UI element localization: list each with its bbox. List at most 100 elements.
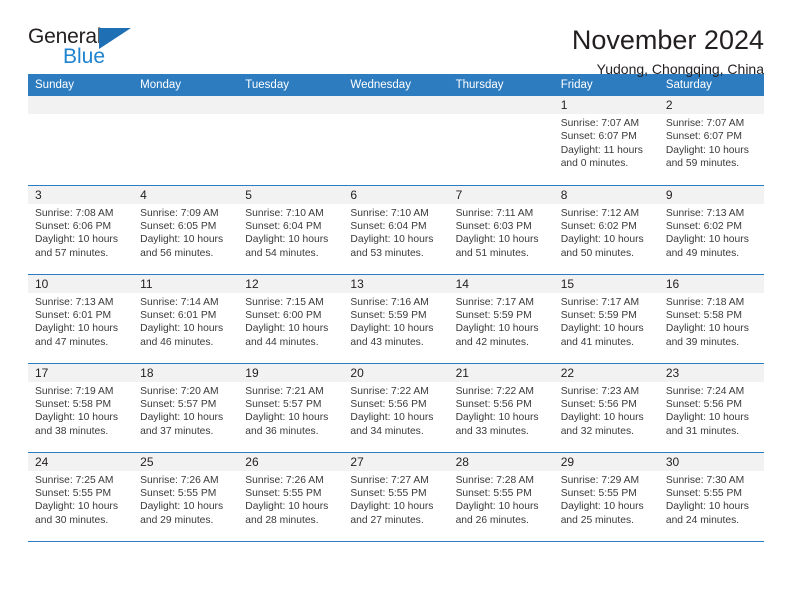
day-details: Sunrise: 7:13 AM Sunset: 6:01 PM Daylight:… (28, 293, 133, 350)
day-cell-inner: 12 Sunrise: 7:15 AM Sunset: 6:00 PM Dayligh… (238, 274, 344, 363)
day-details: Sunrise: 7:11 AM Sunset: 6:03 PM Daylight:… (449, 204, 554, 261)
calendar-day-cell[interactable]: 26 Sunrise: 7:26 AM Sunset: 5:55 PM Dayligh… (238, 451, 344, 542)
calendar-day-cell[interactable]: 5 Sunrise: 7:10 AM Sunset: 6:04 PM Daylight… (238, 184, 344, 274)
calendar-day-cell[interactable]: 22 Sunrise: 7:23 AM Sunset: 5:56 PM Dayligh… (553, 362, 659, 452)
day-details: Sunrise: 7:22 AM Sunset: 5:56 PM Daylight:… (343, 382, 448, 439)
sunset-text: Sunset: 5:59 PM (560, 309, 637, 321)
day-details: Sunrise: 7:13 AM Sunset: 6:02 PM Daylight:… (659, 204, 764, 261)
sunset-text: Sunset: 6:07 PM (560, 131, 637, 143)
sunrise-sunset-calendar: Sunday Monday Tuesday Wednesday Thursday… (28, 74, 764, 542)
calendar-day-cell[interactable]: 8 Sunrise: 7:12 AM Sunset: 6:02 PM Daylight… (553, 184, 659, 274)
calendar-day-cell[interactable]: 17 Sunrise: 7:19 AM Sunset: 5:58 PM Dayligh… (28, 362, 134, 452)
daylight-text-line1: Daylight: 10 hours (350, 501, 434, 513)
calendar-day-cell[interactable]: 28 Sunrise: 7:28 AM Sunset: 5:55 PM Dayligh… (448, 451, 554, 542)
calendar-day-cell[interactable]: 9 Sunrise: 7:13 AM Sunset: 6:02 PM Daylight… (658, 184, 764, 274)
sunrise-text: Sunrise: 7:22 AM (350, 385, 429, 397)
sunset-text: Sunset: 5:57 PM (245, 398, 322, 410)
day-number: 16 (658, 274, 764, 293)
day-details: Sunrise: 7:23 AM Sunset: 5:56 PM Daylight:… (554, 382, 659, 439)
sunrise-text: Sunrise: 7:19 AM (35, 385, 114, 397)
day-cell-inner: 11 Sunrise: 7:14 AM Sunset: 6:01 PM Dayligh… (133, 274, 239, 363)
day-cell-inner: 15 Sunrise: 7:17 AM Sunset: 5:59 PM Dayligh… (553, 274, 659, 363)
sunrise-text: Sunrise: 7:08 AM (35, 207, 114, 219)
calendar-day-cell-empty (28, 96, 134, 185)
calendar-day-cell[interactable]: 15 Sunrise: 7:17 AM Sunset: 5:59 PM Dayligh… (553, 273, 659, 363)
calendar-day-cell[interactable]: 25 Sunrise: 7:26 AM Sunset: 5:55 PM Dayligh… (133, 451, 239, 542)
calendar-day-cell[interactable]: 20 Sunrise: 7:22 AM Sunset: 5:56 PM Dayligh… (343, 362, 449, 452)
calendar-day-cell[interactable]: 14 Sunrise: 7:17 AM Sunset: 5:59 PM Dayligh… (448, 273, 554, 363)
daylight-text-line2: and 33 minutes. (455, 425, 529, 437)
daylight-text-line2: and 43 minutes. (350, 336, 424, 348)
day-number: 5 (238, 185, 344, 204)
day-number: 28 (448, 452, 554, 471)
sunrise-text: Sunrise: 7:28 AM (455, 474, 534, 486)
day-cell-inner: 30 Sunrise: 7:30 AM Sunset: 5:55 PM Dayligh… (658, 452, 764, 541)
daylight-text-line2: and 53 minutes. (350, 247, 424, 259)
calendar-day-cell[interactable]: 16 Sunrise: 7:18 AM Sunset: 5:58 PM Dayligh… (658, 273, 764, 363)
sunrise-text: Sunrise: 7:21 AM (245, 385, 324, 397)
calendar-day-cell[interactable]: 7 Sunrise: 7:11 AM Sunset: 6:03 PM Daylight… (448, 184, 554, 274)
sunset-text: Sunset: 6:05 PM (140, 220, 217, 232)
day-number: 21 (448, 363, 554, 382)
day-details: Sunrise: 7:17 AM Sunset: 5:59 PM Daylight:… (449, 293, 554, 350)
day-number: 30 (658, 452, 764, 471)
calendar-day-cell[interactable]: 3 Sunrise: 7:08 AM Sunset: 6:06 PM Daylight… (28, 184, 134, 274)
calendar-day-cell[interactable]: 23 Sunrise: 7:24 AM Sunset: 5:56 PM Dayligh… (658, 362, 764, 452)
day-cell-inner: 1 Sunrise: 7:07 AM Sunset: 6:07 PM Daylight… (553, 96, 659, 185)
calendar-day-cell[interactable]: 27 Sunrise: 7:27 AM Sunset: 5:55 PM Dayligh… (343, 451, 449, 542)
daylight-text-line1: Daylight: 10 hours (665, 234, 749, 246)
day-cell-inner: 24 Sunrise: 7:25 AM Sunset: 5:55 PM Dayligh… (28, 452, 134, 541)
calendar-day-cell[interactable]: 21 Sunrise: 7:22 AM Sunset: 5:56 PM Dayligh… (448, 362, 554, 452)
calendar-day-cell[interactable]: 18 Sunrise: 7:20 AM Sunset: 5:57 PM Dayligh… (133, 362, 239, 452)
day-details: Sunrise: 7:25 AM Sunset: 5:55 PM Daylight:… (28, 471, 133, 528)
daylight-text-line1: Daylight: 10 hours (665, 412, 749, 424)
sunrise-text: Sunrise: 7:10 AM (245, 207, 324, 219)
calendar-day-cell[interactable]: 10 Sunrise: 7:13 AM Sunset: 6:01 PM Dayligh… (28, 273, 134, 363)
calendar-day-cell[interactable]: 2 Sunrise: 7:07 AM Sunset: 6:07 PM Daylight… (658, 96, 764, 185)
sunrise-text: Sunrise: 7:24 AM (665, 385, 745, 397)
daylight-text-line1: Daylight: 11 hours (560, 144, 643, 156)
calendar-day-cell[interactable]: 1 Sunrise: 7:07 AM Sunset: 6:07 PM Daylight… (553, 96, 659, 185)
day-number: 7 (448, 185, 554, 204)
day-details: Sunrise: 7:15 AM Sunset: 6:00 PM Daylight:… (238, 293, 343, 350)
sunset-text: Sunset: 5:56 PM (455, 398, 532, 410)
brand-logo[interactable]: General Blue (28, 26, 158, 67)
day-cell-inner: 8 Sunrise: 7:12 AM Sunset: 6:02 PM Daylight… (553, 185, 659, 274)
day-cell-inner: 25 Sunrise: 7:26 AM Sunset: 5:55 PM Dayligh… (133, 452, 239, 541)
sunrise-text: Sunrise: 7:07 AM (560, 118, 640, 129)
calendar-day-cell[interactable]: 13 Sunrise: 7:16 AM Sunset: 5:59 PM Dayligh… (343, 273, 449, 363)
calendar-day-cell[interactable]: 29 Sunrise: 7:29 AM Sunset: 5:55 PM Dayligh… (553, 451, 659, 542)
day-number (28, 96, 134, 114)
sunrise-text: Sunrise: 7:30 AM (665, 474, 745, 486)
day-cell-inner (343, 96, 449, 185)
sunset-text: Sunset: 5:55 PM (665, 487, 742, 499)
day-cell-inner: 16 Sunrise: 7:18 AM Sunset: 5:58 PM Dayligh… (658, 274, 764, 363)
sunset-text: Sunset: 6:07 PM (665, 131, 742, 143)
calendar-day-cell[interactable]: 11 Sunrise: 7:14 AM Sunset: 6:01 PM Dayligh… (133, 273, 239, 363)
daylight-text-line1: Daylight: 10 hours (350, 323, 434, 335)
day-cell-inner: 3 Sunrise: 7:08 AM Sunset: 6:06 PM Daylight… (28, 185, 134, 274)
sunrise-text: Sunrise: 7:14 AM (140, 296, 219, 308)
day-number: 4 (133, 185, 239, 204)
day-details: Sunrise: 7:10 AM Sunset: 6:04 PM Daylight:… (238, 204, 343, 261)
calendar-day-cell[interactable]: 4 Sunrise: 7:09 AM Sunset: 6:05 PM Daylight… (133, 184, 239, 274)
daylight-text-line2: and 54 minutes. (245, 247, 319, 259)
daylight-text-line1: Daylight: 10 hours (140, 234, 224, 246)
title-block: November 2024 Yudong, Chongqing, China (572, 26, 764, 78)
day-number: 10 (28, 274, 134, 293)
day-details: Sunrise: 7:19 AM Sunset: 5:58 PM Daylight:… (28, 382, 133, 439)
calendar-day-cell[interactable]: 12 Sunrise: 7:15 AM Sunset: 6:00 PM Dayligh… (238, 273, 344, 363)
calendar-day-cell[interactable]: 24 Sunrise: 7:25 AM Sunset: 5:55 PM Dayligh… (28, 451, 134, 542)
day-number (133, 96, 239, 114)
weekday-header-sunday: Sunday (28, 74, 134, 96)
calendar-day-cell[interactable]: 19 Sunrise: 7:21 AM Sunset: 5:57 PM Dayligh… (238, 362, 344, 452)
daylight-text-line1: Daylight: 10 hours (560, 234, 644, 246)
daylight-text-line2: and 29 minutes. (140, 514, 214, 526)
day-cell-inner (28, 96, 134, 185)
sunrise-text: Sunrise: 7:26 AM (140, 474, 219, 486)
calendar-day-cell[interactable]: 30 Sunrise: 7:30 AM Sunset: 5:55 PM Dayligh… (658, 451, 764, 542)
sunset-text: Sunset: 6:01 PM (35, 309, 112, 321)
calendar-day-cell[interactable]: 6 Sunrise: 7:10 AM Sunset: 6:04 PM Daylight… (343, 184, 449, 274)
sunset-text: Sunset: 6:04 PM (350, 220, 427, 232)
page-subtitle-location: Yudong, Chongqing, China (596, 61, 764, 78)
